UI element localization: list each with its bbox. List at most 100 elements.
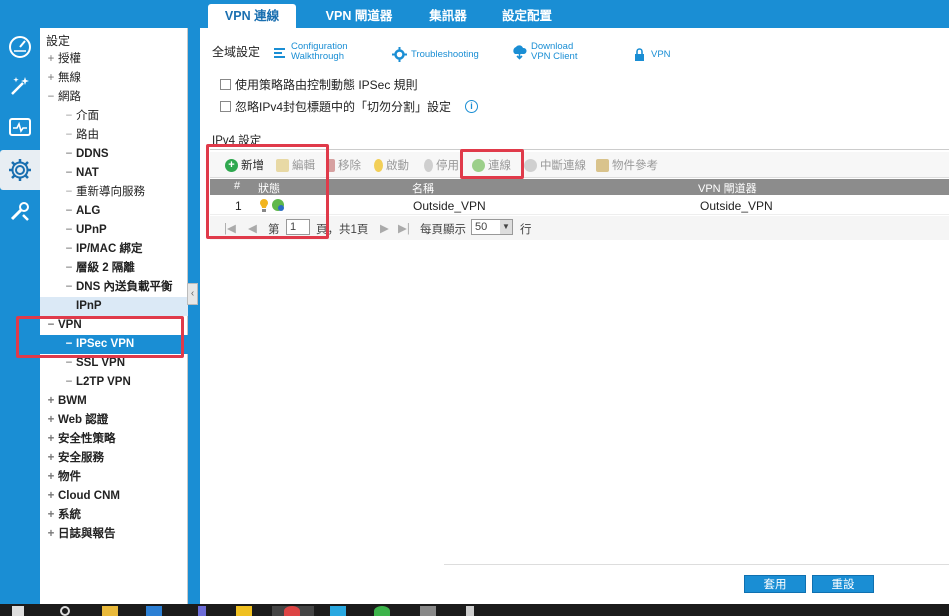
collapse-nav-button[interactable]: ‹ xyxy=(187,283,198,305)
settings-nav: 設定 + 授權 + 無線 − 網路 − 介面 − 路由 − DDNS − NAT − 重新導向服… xyxy=(40,28,188,604)
nav-title: 設定 xyxy=(46,34,71,48)
nav-item-ipsec-vpn[interactable]: − IPSec VPN xyxy=(40,335,188,354)
next-page-icon[interactable]: ▶ xyxy=(380,221,389,235)
pager: |◀ ◀ 第 1 頁，共1頁 ▶ ▶| 每頁顯示 50 ▼ 行 xyxy=(210,216,949,240)
nav-item-bwm[interactable]: + BWM xyxy=(40,392,188,411)
ignore-df-checkbox[interactable] xyxy=(220,100,231,112)
app2-icon[interactable] xyxy=(236,606,252,616)
disconnect-icon xyxy=(524,158,537,172)
nav-item-license[interactable]: + 授權 xyxy=(40,50,188,69)
download-vpn-client-button[interactable]: Download VPN Client xyxy=(512,42,577,62)
nav-item-web-auth[interactable]: + Web 認證 xyxy=(40,411,188,430)
remove-button[interactable]: 移除 xyxy=(326,157,361,173)
ignore-df-label: 忽略IPv4封包標題中的「切勿分割」設定 xyxy=(235,99,452,114)
prev-page-icon[interactable]: ◀ xyxy=(248,221,257,235)
table-row[interactable]: 1 Outside_VPN Outside_VPN xyxy=(210,196,949,215)
nav-item-log-report[interactable]: + 日誌與報告 xyxy=(40,525,188,544)
tab-concentrator[interactable]: 集訊器 xyxy=(418,4,478,28)
col-vpn-gateway[interactable]: VPN 閘道器 xyxy=(698,180,757,196)
col-num[interactable]: # xyxy=(234,180,240,192)
gear-icon[interactable] xyxy=(0,150,40,190)
per-page-suffix: 行 xyxy=(520,224,532,236)
nav-item-ssl-vpn[interactable]: − SSL VPN xyxy=(40,354,188,373)
start-icon[interactable] xyxy=(12,606,24,616)
section-divider xyxy=(210,149,949,150)
nav-item-layer2-isolation[interactable]: − 層級 2 隔離 xyxy=(40,259,188,278)
dashboard-icon[interactable] xyxy=(4,30,36,62)
page-number-input[interactable]: 1 xyxy=(286,219,310,235)
status-icons xyxy=(260,198,288,216)
connect-button[interactable]: 連線 xyxy=(472,157,511,173)
info-icon[interactable]: i xyxy=(465,99,479,113)
tab-vpn-gateway[interactable]: VPN 閘道器 xyxy=(314,4,404,28)
ignore-df-checkbox-row[interactable]: 忽略IPv4封包標題中的「切勿分割」設定 i xyxy=(220,97,479,115)
tab-configuration-provisioning[interactable]: 設定配置 xyxy=(492,4,562,28)
footer-divider xyxy=(444,564,949,565)
troubleshooting-icon xyxy=(392,47,407,62)
first-page-icon[interactable]: |◀ xyxy=(224,221,236,235)
top-tab-bar: VPN 連線 VPN 閘道器 集訊器 設定配置 xyxy=(200,0,949,28)
app5-icon[interactable] xyxy=(466,606,474,616)
nav-item-ddns[interactable]: − DDNS xyxy=(40,145,188,164)
ipsec-rule-grid: + 新增 編輯 移除 啟動 停用 連線 中斷連線 物件參考 # 狀態 名稱 VPN… xyxy=(210,152,949,242)
store-icon[interactable] xyxy=(146,606,162,616)
nav-item-ip-mac-binding[interactable]: − IP/MAC 綁定 xyxy=(40,240,188,259)
folder-icon[interactable] xyxy=(102,606,118,616)
apply-button[interactable]: 套用 xyxy=(744,575,806,593)
nav-item-system[interactable]: + 系統 xyxy=(40,506,188,525)
tab-vpn-connection[interactable]: VPN 連線 xyxy=(208,4,296,28)
nav-item-routing[interactable]: − 路由 xyxy=(40,126,188,145)
object-reference-button[interactable]: 物件參考 xyxy=(596,157,658,173)
nav-item-redirect-service[interactable]: − 重新導向服務 xyxy=(40,183,188,202)
nav-item-security-service[interactable]: + 安全服務 xyxy=(40,449,188,468)
app-icon[interactable] xyxy=(198,606,206,616)
app4-icon[interactable] xyxy=(420,606,436,616)
nav-item-object[interactable]: + 物件 xyxy=(40,468,188,487)
app3-icon[interactable] xyxy=(330,606,346,616)
monitor-icon[interactable] xyxy=(4,112,36,144)
download-icon xyxy=(513,44,527,60)
nav-item-upnp[interactable]: − UPnP xyxy=(40,221,188,240)
add-button[interactable]: + 新增 xyxy=(225,157,264,173)
chrome-icon xyxy=(284,606,300,616)
troubleshooting-button[interactable]: Troubleshooting xyxy=(392,47,479,62)
nav-item-l2tp-vpn[interactable]: − L2TP VPN xyxy=(40,373,188,392)
activate-button[interactable]: 啟動 xyxy=(374,157,409,173)
page-prefix: 第 xyxy=(268,224,280,236)
col-name[interactable]: 名稱 xyxy=(412,180,434,196)
col-status[interactable]: 狀態 xyxy=(258,180,280,196)
maintenance-icon[interactable] xyxy=(4,196,36,228)
nav-item-vpn[interactable]: − VPN xyxy=(40,316,188,335)
nav-item-wireless[interactable]: + 無線 xyxy=(40,69,188,88)
add-icon: + xyxy=(225,158,238,172)
chevron-left-icon: ‹ xyxy=(190,288,195,299)
nav-item-security-policy[interactable]: + 安全性策略 xyxy=(40,430,188,449)
configuration-walkthrough-button[interactable]: Configuration Walkthrough xyxy=(272,42,348,62)
bulb-on-icon xyxy=(374,158,383,172)
vpn-button[interactable]: VPN xyxy=(632,47,671,62)
nav-item-alg[interactable]: − ALG xyxy=(40,202,188,221)
nav-item-cloud-cnm[interactable]: + Cloud CNM xyxy=(40,487,188,506)
search-icon[interactable] xyxy=(60,606,70,616)
line-icon[interactable] xyxy=(374,606,390,616)
policy-route-checkbox-row[interactable]: 使用策略路由控制動態 IPSec 規則 xyxy=(220,75,418,93)
ipv4-section-title: IPv4 設定 xyxy=(212,135,262,147)
grid-header: # 狀態 名稱 VPN 閘道器 xyxy=(210,179,949,195)
grid-toolbar: + 新增 編輯 移除 啟動 停用 連線 中斷連線 物件參考 xyxy=(210,152,949,178)
per-page-select[interactable]: 50 ▼ xyxy=(471,219,513,235)
taskbar xyxy=(0,604,949,616)
row-name: Outside_VPN xyxy=(413,199,486,213)
nav-item-interface[interactable]: − 介面 xyxy=(40,107,188,126)
edit-button[interactable]: 編輯 xyxy=(276,157,315,173)
nav-item-network[interactable]: − 網路 xyxy=(40,88,188,107)
nav-item-ipnp[interactable]: IPnP xyxy=(40,297,188,316)
last-page-icon[interactable]: ▶| xyxy=(398,221,410,235)
inactivate-button[interactable]: 停用 xyxy=(424,157,459,173)
disconnect-button[interactable]: 中斷連線 xyxy=(524,157,586,173)
policy-route-checkbox[interactable] xyxy=(220,78,231,90)
policy-route-label: 使用策略路由控制動態 IPSec 規則 xyxy=(235,77,418,92)
wizard-icon[interactable] xyxy=(4,70,36,102)
nav-item-dns-inbound-lb[interactable]: − DNS 內送負載平衡 xyxy=(40,278,188,297)
reset-button[interactable]: 重設 xyxy=(812,575,874,593)
nav-item-nat[interactable]: − NAT xyxy=(40,164,188,183)
